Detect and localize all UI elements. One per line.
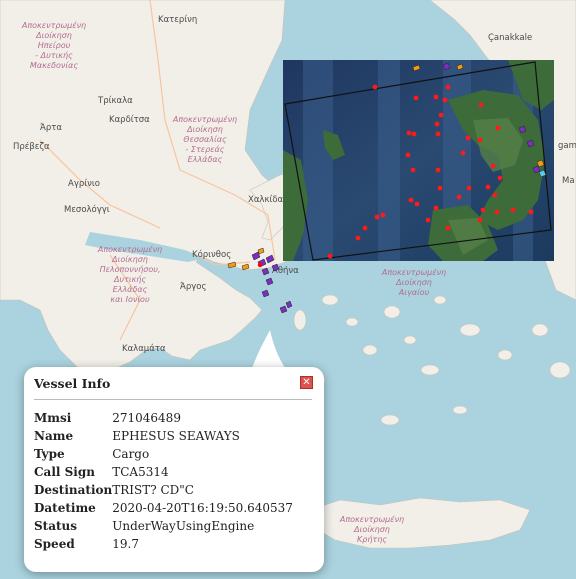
table-row: Status UnderWayUsingEngine bbox=[34, 517, 293, 535]
table-row: Datetime 2020-04-20T16:19:50.640537 bbox=[34, 499, 293, 517]
field-value: TCA5314 bbox=[112, 465, 169, 479]
field-key: Call Sign bbox=[34, 465, 95, 479]
table-row: Destination TRIST? CD"C bbox=[34, 481, 293, 499]
field-key: Mmsi bbox=[34, 411, 72, 425]
field-key: Speed bbox=[34, 537, 75, 551]
field-value: EPHESUS SEAWAYS bbox=[112, 429, 240, 443]
field-key: Status bbox=[34, 519, 78, 533]
field-key: Name bbox=[34, 429, 74, 443]
popup-divider bbox=[34, 399, 312, 400]
field-key: Datetime bbox=[34, 501, 96, 515]
map-label-korinthos: Κόρινθος bbox=[192, 249, 231, 260]
table-row: Mmsi 271046489 bbox=[34, 409, 293, 427]
field-value: TRIST? CD"C bbox=[112, 483, 194, 497]
map-label-manisa: Ma bbox=[562, 176, 575, 186]
popup-title: Vessel Info bbox=[34, 376, 111, 391]
map-label-canakkale: Çanakkale bbox=[488, 33, 532, 43]
field-value: UnderWayUsingEngine bbox=[112, 519, 255, 533]
map-label-trikala: Τρίκαλα bbox=[97, 96, 133, 106]
field-key: Type bbox=[34, 447, 65, 461]
map-label-preveza: Πρέβεζα bbox=[13, 141, 50, 152]
map-label-mesologgi: Μεσολόγγι bbox=[64, 204, 110, 215]
field-value: 271046489 bbox=[112, 411, 181, 425]
map-label-chalkida: Χαλκίδα bbox=[248, 195, 284, 205]
table-row: Type Cargo bbox=[34, 445, 293, 463]
field-value: Cargo bbox=[112, 447, 150, 461]
map-label-karditsa: Καρδίτσα bbox=[109, 115, 150, 125]
field-key: Destination bbox=[34, 483, 113, 497]
close-icon[interactable]: ✕ bbox=[300, 376, 313, 389]
field-value: 19.7 bbox=[112, 537, 139, 551]
table-row: Call Sign TCA5314 bbox=[34, 463, 293, 481]
map-label-argos: Άργος bbox=[180, 282, 207, 292]
vessel-info-popup: Vessel Info ✕ Mmsi 271046489 Name EPHESUS … bbox=[24, 367, 324, 572]
field-value: 2020-04-20T16:19:50.640537 bbox=[112, 501, 293, 515]
map-label-agrinio: Αγρίνιο bbox=[68, 179, 100, 189]
map-label-kalamata: Καλαμάτα bbox=[122, 344, 166, 354]
satellite-image-overlay[interactable] bbox=[283, 60, 554, 261]
map-label-katerini: Κατερίνη bbox=[158, 15, 197, 25]
table-row: Name EPHESUS SEAWAYS bbox=[34, 427, 293, 445]
map-label-pergamon: gama bbox=[558, 141, 576, 151]
vessel-info-table: Mmsi 271046489 Name EPHESUS SEAWAYS Type Ca… bbox=[34, 409, 293, 553]
map-label-arta: Άρτα bbox=[40, 123, 62, 133]
table-row: Speed 19.7 bbox=[34, 535, 293, 553]
